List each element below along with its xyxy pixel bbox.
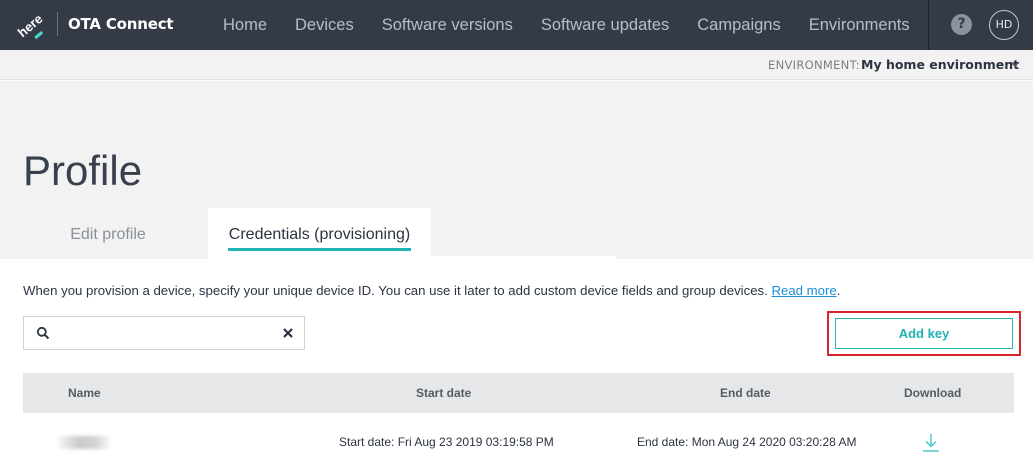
tab-credentials[interactable]: Credentials (provisioning) <box>208 208 431 259</box>
main-nav: Home Devices Software versions Software … <box>209 0 924 50</box>
tab-edit-profile[interactable]: Edit profile <box>23 208 193 259</box>
table-header: Name Start date End date Download <box>23 373 1014 413</box>
logo-divider <box>57 12 58 36</box>
column-header-name[interactable]: Name <box>68 386 101 400</box>
read-more-link[interactable]: Read more <box>771 283 836 298</box>
intro-period: . <box>836 283 841 298</box>
page-title: Profile <box>23 147 143 194</box>
search-input[interactable] <box>58 321 278 345</box>
help-icon[interactable]: ? <box>951 14 972 35</box>
table-row: Start date: Fri Aug 23 2019 03:19:58 PM … <box>23 413 1014 462</box>
here-logo[interactable]: here <box>14 10 46 40</box>
nav-campaigns[interactable]: Campaigns <box>683 0 794 50</box>
profile-header: Profile Edit profile Credentials (provis… <box>0 81 1033 259</box>
tab-strip-edge <box>431 256 616 259</box>
download-icon[interactable] <box>921 432 941 454</box>
active-tab-indicator <box>228 248 411 251</box>
search-icon <box>36 326 50 340</box>
top-right-controls: ? HD <box>928 0 1033 50</box>
key-name-redacted <box>58 436 110 449</box>
environment-bar: ENVIRONMENT: My home environment <box>0 50 1033 80</box>
environment-selector[interactable]: My home environment <box>861 57 1019 72</box>
column-header-download: Download <box>904 386 962 400</box>
top-navigation-bar: here OTA Connect Home Devices Software v… <box>0 0 1033 50</box>
add-key-button[interactable]: Add key <box>835 318 1013 349</box>
nav-devices[interactable]: Devices <box>281 0 368 50</box>
intro-text: When you provision a device, specify you… <box>23 283 840 298</box>
column-header-start-date[interactable]: Start date <box>416 386 471 400</box>
app-title[interactable]: OTA Connect <box>68 15 174 33</box>
avatar[interactable]: HD <box>989 10 1019 40</box>
end-date-cell: End date: Mon Aug 24 2020 03:20:28 AM <box>637 435 857 449</box>
start-date-cell: Start date: Fri Aug 23 2019 03:19:58 PM <box>339 435 554 449</box>
environment-label: ENVIRONMENT: <box>768 58 860 72</box>
column-header-end-date[interactable]: End date <box>720 386 771 400</box>
chevron-down-icon[interactable] <box>1008 57 1022 71</box>
search-box <box>23 316 305 350</box>
clear-icon[interactable] <box>281 326 295 340</box>
nav-software-updates[interactable]: Software updates <box>527 0 683 50</box>
nav-home[interactable]: Home <box>209 0 281 50</box>
nav-software-versions[interactable]: Software versions <box>368 0 527 50</box>
tab-credentials-label: Credentials (provisioning) <box>228 226 411 243</box>
intro-body: When you provision a device, specify you… <box>23 283 768 298</box>
nav-environments[interactable]: Environments <box>795 0 924 50</box>
